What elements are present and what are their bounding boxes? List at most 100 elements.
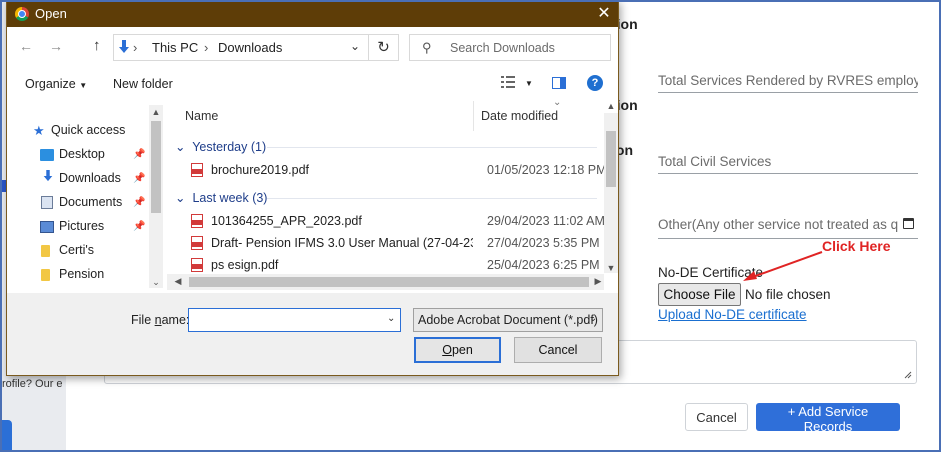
pin-icon[interactable]: 📌 — [133, 197, 145, 208]
scroll-right-icon[interactable]: ▶ — [591, 276, 605, 287]
file-row[interactable]: brochure2019.pdf 01/05/2023 12:18 PM — [167, 160, 607, 182]
file-name-label-part: ame: — [161, 313, 190, 327]
file-name: brochure2019.pdf — [211, 163, 309, 177]
cancel-button[interactable]: Cancel — [685, 403, 748, 431]
file-name-label-part: File — [131, 313, 155, 327]
file-list-pane: Name Date modified ⌄ ⌄ Yesterday (1) bro… — [167, 97, 618, 292]
folder-icon — [41, 245, 50, 257]
download-icon — [119, 40, 129, 53]
refresh-icon[interactable]: ↻ — [369, 34, 399, 61]
scroll-up-icon[interactable]: ▲ — [604, 101, 618, 111]
left-blue-tab[interactable] — [0, 420, 12, 452]
file-name-label-accesskey: n — [154, 313, 162, 327]
file-type-select[interactable]: Adobe Acrobat Document (*.pdf) — [413, 308, 603, 332]
breadcrumb-this-pc[interactable]: This PC — [152, 40, 198, 55]
scroll-down-icon[interactable]: ▼ — [604, 263, 618, 273]
pin-icon[interactable]: 📌 — [133, 173, 145, 184]
breadcrumb-downloads[interactable]: Downloads — [218, 40, 282, 55]
annotation-arrow-icon — [743, 251, 823, 281]
nav-item-label: Certi's — [59, 243, 95, 257]
resize-grip-icon[interactable] — [904, 371, 912, 379]
chevron-down-icon[interactable]: ⌄ — [387, 313, 395, 324]
file-name: 101364255_APR_2023.pdf — [211, 214, 362, 228]
choose-file-button[interactable]: Choose File — [658, 283, 741, 306]
back-arrow-icon[interactable]: ← — [19, 38, 33, 54]
dialog-cancel-button[interactable]: Cancel — [514, 337, 602, 363]
preview-pane-icon[interactable] — [552, 77, 566, 89]
pin-icon[interactable]: 📌 — [133, 221, 145, 232]
pin-icon[interactable]: 📌 — [133, 149, 145, 160]
group-label: Yesterday (1) — [192, 140, 267, 154]
column-separator[interactable] — [473, 101, 474, 131]
documents-icon — [41, 196, 53, 209]
upload-no-de-link[interactable]: Upload No-DE certificate — [658, 307, 807, 322]
search-icon: ⚲ — [422, 40, 432, 55]
file-name-input[interactable] — [188, 308, 401, 332]
no-file-chosen-text: No file chosen — [745, 287, 831, 302]
chevron-down-icon: ⌄ — [175, 191, 186, 205]
pdf-file-icon — [191, 214, 203, 228]
column-header-name[interactable]: Name — [185, 109, 218, 123]
search-placeholder: Search Downloads — [450, 41, 555, 55]
organize-menu[interactable]: Organize ▼ — [25, 77, 87, 91]
total-rvres-services-field[interactable]: Total Services Rendered by RVRES employe… — [658, 73, 918, 93]
up-arrow-icon[interactable]: ↑ — [93, 37, 101, 54]
close-icon[interactable]: ✕ — [595, 3, 613, 23]
chevron-down-icon[interactable]: ⌄ — [149, 277, 163, 288]
nav-item-label: Pictures — [59, 219, 105, 233]
total-civil-services-field[interactable]: Total Civil Services — [658, 154, 918, 174]
help-icon[interactable]: ? — [587, 75, 603, 91]
left-fragment-text: rofile? Our e — [2, 378, 63, 390]
open-button[interactable]: Open — [414, 337, 501, 363]
file-date: 29/04/2023 11:02 AM — [487, 214, 605, 228]
open-label-rest: pen — [451, 343, 473, 357]
file-row[interactable]: 101364255_APR_2023.pdf 29/04/2023 11:02 … — [167, 211, 605, 233]
file-row[interactable]: Draft- Pension IFMS 3.0 User Manual (27-… — [167, 233, 604, 255]
caret-down-icon: ▼ — [79, 81, 88, 90]
file-date: 01/05/2023 12:18 PM — [487, 163, 607, 177]
star-icon: ★ — [33, 123, 45, 138]
desktop-icon — [40, 149, 54, 161]
file-date: 25/04/2023 6:25 PM — [487, 258, 600, 272]
group-divider — [267, 147, 597, 148]
other-services-field[interactable]: Other(Any other service not treated as q… — [658, 217, 898, 236]
forward-arrow-icon[interactable]: → — [49, 38, 63, 54]
view-options-icon[interactable] — [501, 76, 515, 88]
chrome-icon — [15, 7, 29, 21]
nav-scrollbar[interactable]: ▲ — [149, 105, 163, 288]
dialog-footer: File name: ⌄ Adobe Acrobat Document (*.p… — [7, 293, 618, 375]
column-header-date[interactable]: Date modified — [481, 109, 558, 123]
file-list-horizontal-scrollbar[interactable]: ◀ ▶ — [167, 274, 604, 290]
file-name: Draft- Pension IFMS 3.0 User Manual (27-… — [211, 236, 473, 250]
folder-icon — [41, 269, 50, 281]
scroll-left-icon[interactable]: ◀ — [171, 276, 185, 287]
group-header-last-week[interactable]: ⌄ Last week (3) — [175, 190, 267, 205]
search-input[interactable]: ⚲ Search Downloads — [409, 34, 611, 61]
click-here-annotation: Click Here — [822, 238, 891, 254]
dialog-navbar: ← → ↑ › This PC › Downloads ⌄ ↻ ⚲ Search… — [7, 27, 618, 67]
chevron-down-icon[interactable]: ⌄ — [589, 313, 597, 324]
open-file-dialog: Open ✕ ← → ↑ › This PC › Downloads ⌄ ↻ ⚲… — [6, 0, 619, 376]
breadcrumb-separator-icon: › — [204, 40, 209, 55]
scroll-up-icon[interactable]: ▲ — [149, 107, 163, 117]
add-service-records-button[interactable]: + Add Service Records — [756, 403, 900, 434]
new-folder-button[interactable]: New folder — [113, 77, 173, 91]
file-type-value: Adobe Acrobat Document (*.pdf) — [418, 313, 598, 327]
file-name: ps esign.pdf — [211, 258, 279, 272]
view-dropdown-caret-icon[interactable]: ▼ — [525, 79, 533, 88]
nav-item-label: Desktop — [59, 147, 105, 161]
nav-item-label: Pension — [59, 267, 105, 281]
dialog-titlebar[interactable]: Open ✕ — [7, 1, 618, 27]
pdf-file-icon — [191, 236, 203, 250]
file-date: 27/04/2023 5:35 PM — [487, 236, 600, 250]
group-header-yesterday[interactable]: ⌄ Yesterday (1) — [175, 139, 266, 154]
nav-scroll-thumb[interactable] — [151, 121, 161, 213]
calendar-icon[interactable] — [903, 218, 914, 229]
nav-item-label: Downloads — [59, 171, 121, 185]
vertical-scroll-thumb[interactable] — [606, 131, 616, 187]
chevron-down-icon[interactable]: ⌄ — [350, 39, 360, 53]
address-bar[interactable]: › This PC › Downloads ⌄ — [113, 34, 369, 61]
horizontal-scroll-thumb[interactable] — [189, 277, 589, 287]
file-list-vertical-scrollbar[interactable]: ▲ ▼ — [604, 101, 618, 273]
dialog-toolbar: Organize ▼ New folder ▼ ? — [7, 67, 618, 99]
